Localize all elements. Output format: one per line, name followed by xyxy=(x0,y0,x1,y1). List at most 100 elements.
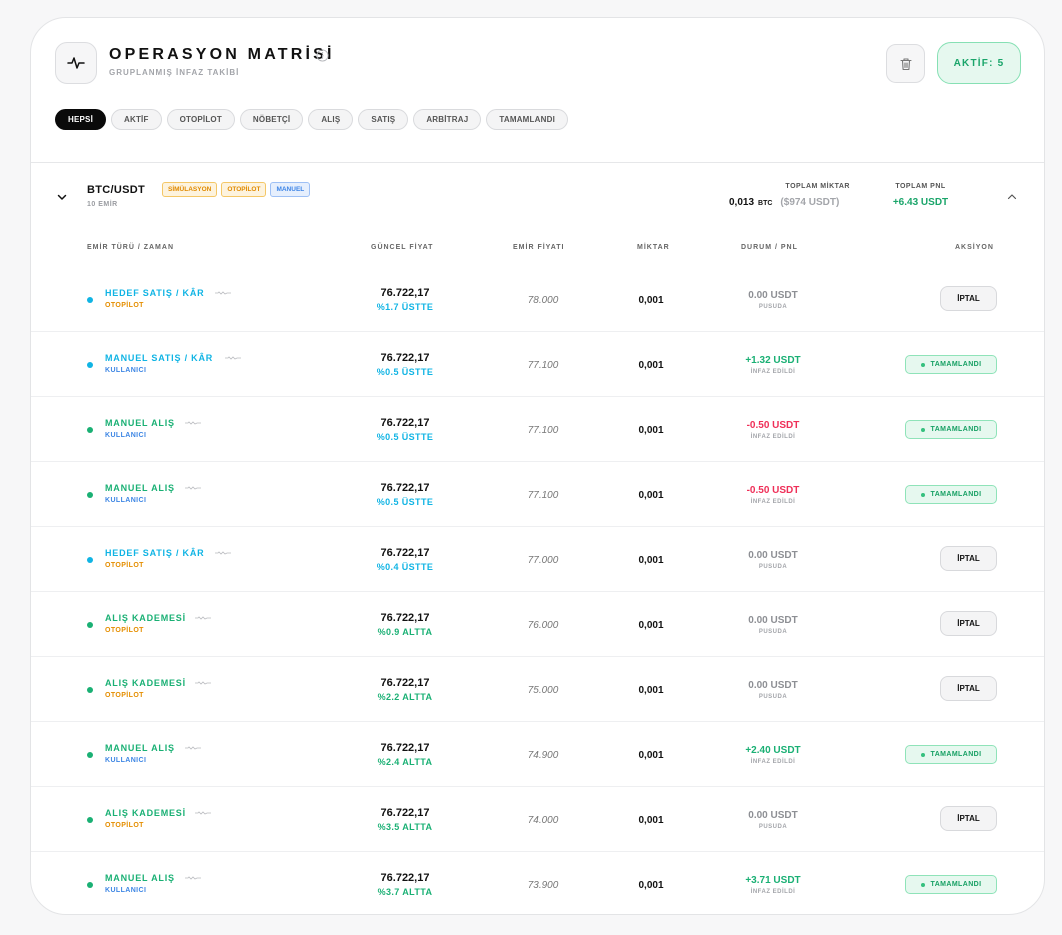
price-delta: %0.5 ÜSTTE xyxy=(376,497,434,507)
order-qty: 0,001 xyxy=(638,685,664,696)
order-status: PUSUDA xyxy=(758,304,788,310)
current-price: 76.722,17 xyxy=(380,482,430,494)
completed-label: TAMAMLANDI xyxy=(930,491,982,498)
order-qty: 0,001 xyxy=(638,490,664,501)
order-pnl: 0.00 USDT xyxy=(748,290,798,301)
completed-badge: TAMAMLANDI xyxy=(905,485,997,504)
table-row: MANUEL ALIŞ KULLANICI 76.722,17 %0.5 ÜST… xyxy=(31,397,1044,462)
current-price: 76.722,17 xyxy=(380,807,430,819)
filter-chip[interactable]: HEPSİ xyxy=(55,109,107,130)
table-row: MANUEL ALIŞ KULLANICI 76.722,17 %2.4 ALT… xyxy=(31,722,1044,787)
total-pnl: +6.43 USDT xyxy=(892,197,949,208)
group-pair: BTC/USDT xyxy=(87,184,146,196)
order-source: KULLANICI xyxy=(105,497,147,504)
order-status: PUSUDA xyxy=(758,694,788,700)
type-dot xyxy=(87,752,93,758)
order-pnl: +2.40 USDT xyxy=(745,745,801,756)
active-count-button[interactable]: AKTİF: 5 xyxy=(937,42,1021,84)
completed-badge: TAMAMLANDI xyxy=(905,875,997,894)
order-pnl: 0.00 USDT xyxy=(748,680,798,691)
cancel-button[interactable]: İPTAL xyxy=(940,676,997,701)
sparkline-icon xyxy=(195,681,211,685)
order-source: OTOPİLOT xyxy=(105,822,144,829)
badge-manual: MANUEL xyxy=(270,182,311,197)
sparkline-icon xyxy=(185,421,201,425)
price-delta: %2.2 ALTTA xyxy=(377,692,433,702)
price-delta: %2.4 ALTTA xyxy=(377,757,433,767)
order-status: İNFAZ EDİLDİ xyxy=(750,759,796,765)
filter-chip[interactable]: ALIŞ xyxy=(308,109,354,130)
current-price: 76.722,17 xyxy=(380,417,430,429)
type-dot xyxy=(87,492,93,498)
order-price: 77.100 xyxy=(527,490,559,501)
type-dot xyxy=(87,882,93,888)
price-delta: %0.5 ÜSTTE xyxy=(376,367,434,377)
order-pnl: 0.00 USDT xyxy=(748,550,798,561)
current-price: 76.722,17 xyxy=(380,547,430,559)
order-type: MANUEL SATIŞ / KÂR xyxy=(105,353,214,363)
col-header-action: AKSİYON xyxy=(955,244,994,251)
trash-icon xyxy=(899,57,912,70)
order-qty: 0,001 xyxy=(638,750,664,761)
price-delta: %1.7 ÜSTTE xyxy=(376,302,434,312)
completed-badge: TAMAMLANDI xyxy=(905,745,997,764)
type-dot xyxy=(87,817,93,823)
cancel-button[interactable]: İPTAL xyxy=(940,286,997,311)
order-type: HEDEF SATIŞ / KÂR xyxy=(105,288,205,298)
filter-bar: HEPSİ AKTİF OTOPİLOT NÖBETÇİ ALIŞ SATIŞ ARBİTR… xyxy=(55,109,568,130)
activity-icon xyxy=(55,42,97,84)
order-pnl: 0.00 USDT xyxy=(748,810,798,821)
cancel-button[interactable]: İPTAL xyxy=(940,546,997,571)
order-source: OTOPİLOT xyxy=(105,692,144,699)
info-icon[interactable] xyxy=(316,49,329,62)
col-header-status: DURUM / PNL xyxy=(741,244,798,251)
sparkline-icon xyxy=(185,746,201,750)
badge-autopilot: OTOPİLOT xyxy=(221,182,267,197)
table-row: HEDEF SATIŞ / KÂR OTOPİLOT 76.722,17 %0.… xyxy=(31,527,1044,592)
current-price: 76.722,17 xyxy=(380,612,430,624)
filter-chip[interactable]: AKTİF xyxy=(111,109,162,130)
sparkline-icon xyxy=(185,876,201,880)
filter-chip[interactable]: TAMAMLANDI xyxy=(486,109,568,130)
order-price: 73.900 xyxy=(527,880,559,891)
status-dot xyxy=(920,427,925,432)
delete-button[interactable] xyxy=(886,44,925,83)
order-qty: 0,001 xyxy=(638,620,664,631)
filter-chip[interactable]: OTOPİLOT xyxy=(166,109,235,130)
status-dot xyxy=(920,492,925,497)
order-status: İNFAZ EDİLDİ xyxy=(750,434,796,440)
total-qty-usd: ($974 USDT) xyxy=(780,197,840,208)
filter-chip[interactable]: NÖBETÇİ xyxy=(239,109,304,130)
order-status: PUSUDA xyxy=(758,629,788,635)
cancel-button[interactable]: İPTAL xyxy=(940,611,997,636)
sparkline-icon xyxy=(215,291,231,295)
price-delta: %3.5 ALTTA xyxy=(377,822,433,832)
orders-table: HEDEF SATIŞ / KÂR OTOPİLOT 76.722,17 %1.… xyxy=(31,267,1044,914)
order-pnl: -0.50 USDT xyxy=(746,485,800,496)
status-dot xyxy=(920,882,925,887)
price-delta: %0.4 ÜSTTE xyxy=(376,562,434,572)
order-status: PUSUDA xyxy=(758,824,788,830)
order-type: MANUEL ALIŞ xyxy=(105,483,175,493)
filter-chip[interactable]: ARBİTRAJ xyxy=(413,109,482,130)
type-dot xyxy=(87,427,93,433)
chevron-up-icon[interactable] xyxy=(1006,191,1018,203)
filter-chip[interactable]: SATIŞ xyxy=(358,109,409,130)
col-header-type: EMİR TÜRÜ / ZAMAN xyxy=(87,244,174,251)
table-row: HEDEF SATIŞ / KÂR OTOPİLOT 76.722,17 %1.… xyxy=(31,267,1044,332)
total-qty-label: TOPLAM MİKTAR xyxy=(785,183,850,190)
price-delta: %3.7 ALTTA xyxy=(377,887,433,897)
type-dot xyxy=(87,362,93,368)
order-qty: 0,001 xyxy=(638,360,664,371)
order-price: 77.000 xyxy=(527,555,559,566)
order-qty: 0,001 xyxy=(638,425,664,436)
completed-label: TAMAMLANDI xyxy=(930,361,982,368)
order-source: KULLANICI xyxy=(105,367,147,374)
table-row: MANUEL SATIŞ / KÂR KULLANICI 76.722,17 %… xyxy=(31,332,1044,397)
cancel-button[interactable]: İPTAL xyxy=(940,806,997,831)
order-price: 76.000 xyxy=(527,620,559,631)
order-pnl: +1.32 USDT xyxy=(745,355,801,366)
page-subtitle: GRUPLANMIŞ İNFAZ TAKİBİ xyxy=(109,68,240,77)
table-row: ALIŞ KADEMESİ OTOPİLOT 76.722,17 %0.9 AL… xyxy=(31,592,1044,657)
chevron-down-icon[interactable] xyxy=(56,191,68,203)
